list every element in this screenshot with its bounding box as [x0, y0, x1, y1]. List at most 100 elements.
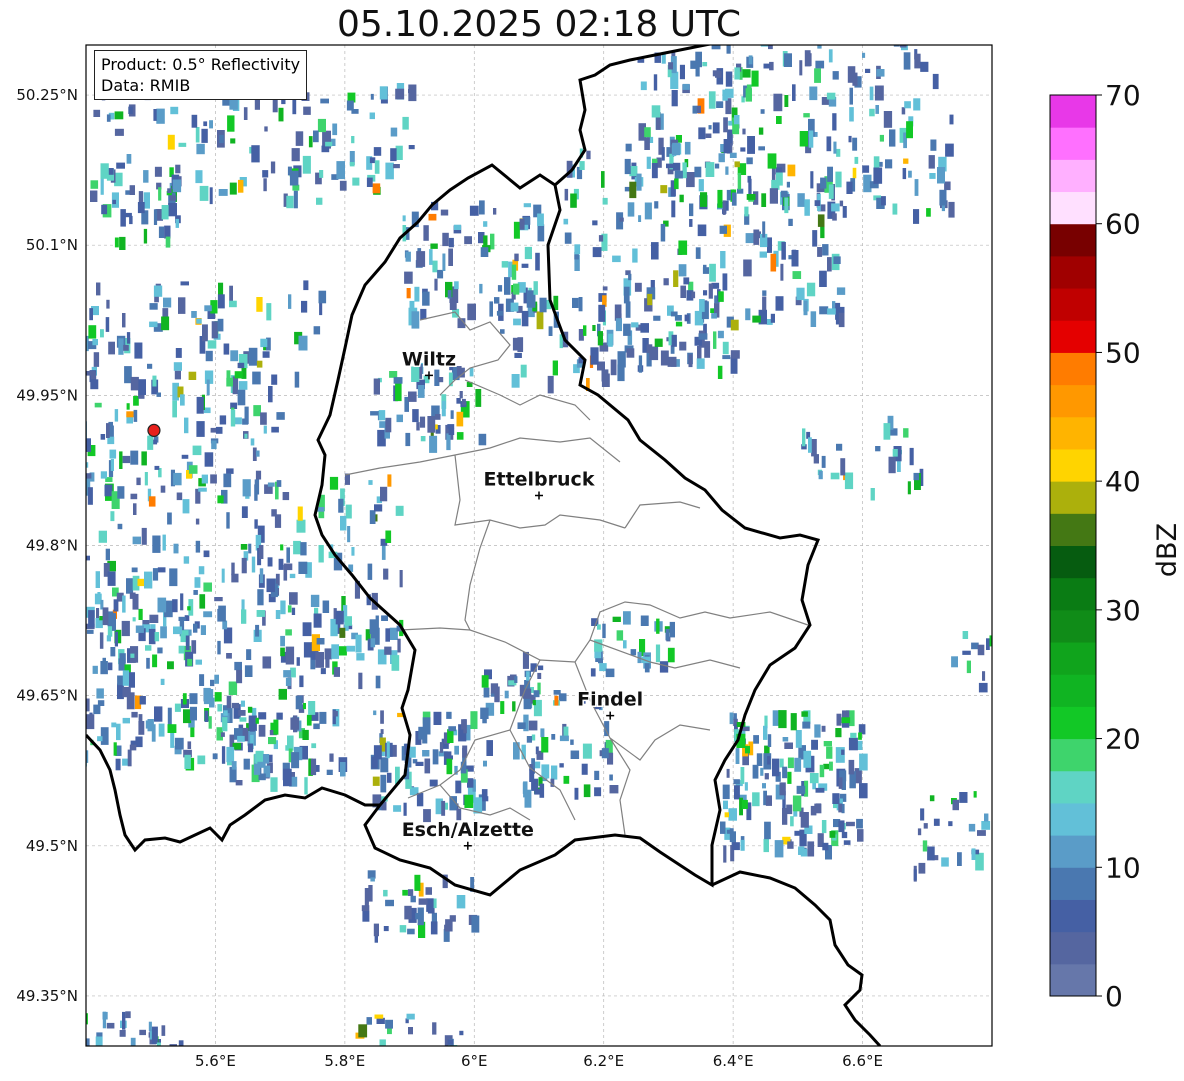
echo-cell	[117, 523, 123, 530]
echo-cell	[302, 155, 311, 174]
echo-cell	[280, 635, 285, 647]
echo-cell	[408, 1027, 413, 1035]
echo-cell	[459, 391, 463, 399]
echo-cell	[790, 816, 794, 827]
echo-cell	[349, 162, 355, 167]
echo-cell	[258, 712, 267, 720]
colorbar-tick-label: 30	[1105, 594, 1141, 627]
echo-cell	[923, 823, 928, 829]
echo-cell	[720, 251, 726, 269]
echo-cell	[163, 297, 172, 308]
echo-cell	[636, 173, 642, 191]
echo-cell	[744, 206, 749, 217]
echo-cell	[196, 318, 202, 324]
echo-cell	[948, 821, 953, 827]
echo-cell	[172, 599, 178, 613]
echo-cell	[320, 98, 329, 104]
echo-cell	[718, 291, 724, 302]
echo-cell	[667, 647, 675, 663]
echo-cell	[390, 127, 398, 137]
echo-cell	[89, 308, 93, 321]
echo-cell	[47, 377, 54, 381]
echo-cell	[432, 749, 439, 765]
echo-cell	[859, 753, 868, 771]
echo-cell	[187, 658, 193, 666]
echo-cell	[44, 472, 51, 486]
echo-cell	[928, 155, 935, 169]
colorbar-segment	[1050, 738, 1096, 772]
echo-cell	[479, 200, 485, 215]
echo-cell	[656, 618, 660, 634]
echo-cell	[698, 179, 704, 192]
echo-cell	[690, 60, 697, 69]
echo-cell	[276, 712, 283, 720]
echo-cell	[339, 180, 347, 191]
echo-cell	[131, 567, 138, 573]
echo-cell	[913, 209, 920, 224]
echo-cell	[173, 362, 182, 371]
echo-cell	[646, 344, 653, 353]
echo-cell	[705, 162, 715, 177]
echo-cell	[428, 213, 437, 221]
echo-cell	[725, 71, 733, 87]
echo-cell	[513, 283, 520, 295]
echo-cell	[336, 161, 345, 180]
echo-cell	[717, 330, 724, 339]
echo-cell	[211, 440, 217, 450]
echo-cell	[226, 512, 230, 529]
city-marker	[535, 491, 543, 500]
echo-cell	[221, 746, 226, 764]
echo-cell	[962, 650, 971, 655]
echo-cell	[433, 711, 442, 725]
echo-cell	[86, 473, 92, 479]
echo-cell	[975, 852, 984, 871]
echo-cell	[125, 1011, 131, 1019]
echo-cell	[135, 625, 144, 633]
echo-cell	[679, 194, 684, 203]
echo-cell	[835, 171, 842, 188]
echo-cell	[922, 840, 928, 852]
echo-cell	[826, 136, 832, 152]
echo-cell	[726, 189, 731, 201]
echo-cell	[823, 741, 832, 747]
echo-cell	[268, 386, 273, 403]
echo-cell	[136, 477, 141, 486]
echo-cell	[248, 543, 252, 554]
colorbar-segment	[1050, 288, 1096, 321]
colorbar-label: dBZ	[1152, 522, 1183, 578]
echo-cell	[66, 1035, 75, 1039]
echo-cell	[841, 749, 845, 755]
echo-cell	[968, 823, 976, 832]
echo-cell	[96, 1032, 103, 1037]
echo-cell	[141, 527, 147, 545]
echo-cell	[858, 732, 862, 740]
echo-cell	[682, 83, 690, 90]
echo-cell	[927, 846, 935, 861]
echo-cell	[523, 781, 528, 798]
echo-cell	[231, 761, 237, 770]
echo-cell	[885, 159, 893, 169]
echo-cell	[302, 622, 312, 637]
echo-cell	[799, 131, 808, 147]
echo-cell	[838, 777, 843, 789]
echo-cell	[829, 831, 836, 838]
echo-cell	[570, 193, 577, 208]
echo-cell	[447, 290, 452, 299]
echo-cell	[242, 479, 251, 497]
echo-cell	[729, 712, 734, 725]
echo-cell	[455, 780, 462, 794]
echo-cell	[977, 644, 985, 656]
echo-cell	[719, 225, 727, 234]
echo-cell	[173, 543, 179, 554]
echo-cell	[169, 195, 177, 201]
echo-cell	[156, 108, 165, 124]
echo-cell	[832, 301, 836, 310]
echo-cell	[86, 750, 89, 763]
echo-cell	[513, 742, 520, 760]
echo-cell	[514, 253, 519, 262]
echo-cell	[671, 90, 678, 107]
city-label: Wiltz	[402, 348, 456, 370]
echo-cell	[712, 122, 720, 134]
echo-cell	[201, 474, 208, 484]
echo-cell	[774, 31, 780, 38]
